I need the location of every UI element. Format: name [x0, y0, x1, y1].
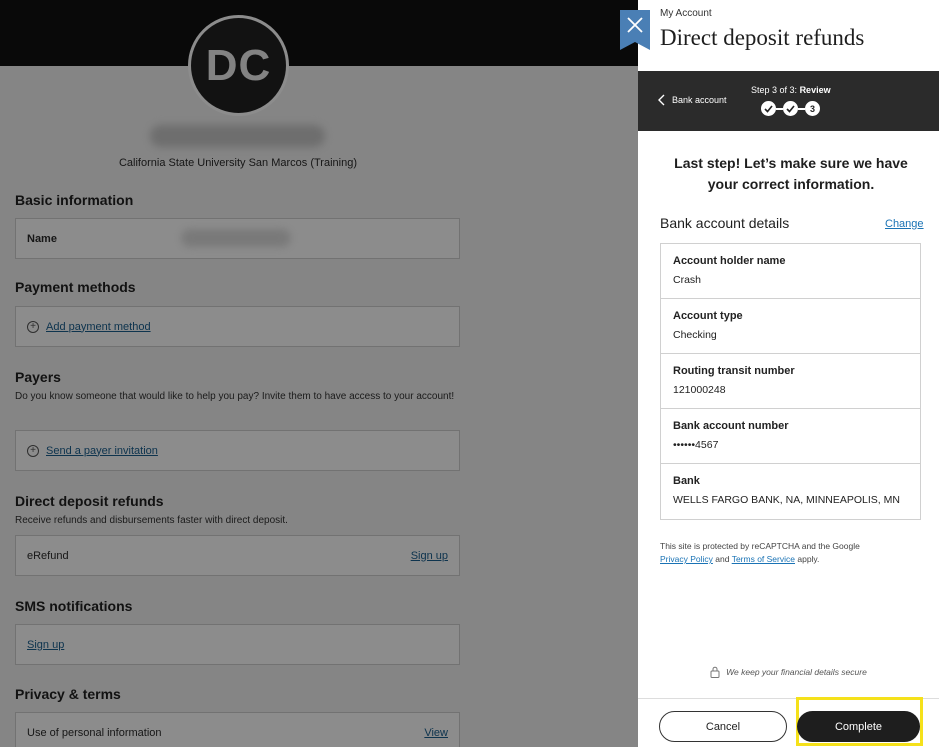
back-button[interactable]: Bank account: [658, 94, 727, 106]
complete-button[interactable]: Complete: [797, 711, 920, 742]
detail-row-bank: Bank WELLS FARGO BANK, NA, MINNEAPOLIS, …: [661, 464, 920, 519]
detail-value: WELLS FARGO BANK, NA, MINNEAPOLIS, MN: [673, 494, 900, 506]
direct-deposit-panel: My Account Direct deposit refunds Bank a…: [638, 0, 939, 747]
back-label: Bank account: [672, 95, 727, 105]
recaptcha-text: This site is protected by reCAPTCHA and …: [660, 541, 860, 551]
detail-label: Bank: [673, 475, 700, 487]
breadcrumb: My Account: [660, 8, 712, 19]
detail-value: Crash: [673, 274, 702, 286]
review-heading: Last step! Let’s make sure we have your …: [674, 155, 908, 192]
detail-row-routing-number: Routing transit number 121000248: [661, 354, 920, 409]
detail-row-account-holder: Account holder name Crash: [661, 244, 920, 299]
secure-note-text: We keep your financial details secure: [726, 667, 867, 677]
bank-details-list: Account holder name Crash Account type C…: [660, 243, 921, 520]
lock-icon: [710, 666, 720, 678]
privacy-policy-link[interactable]: Privacy Policy: [660, 554, 713, 564]
recaptcha-and: and: [715, 554, 730, 564]
recaptcha-apply: apply.: [797, 554, 820, 564]
check-icon: [764, 104, 773, 113]
chevron-left-icon: [658, 94, 665, 106]
recaptcha-notice: This site is protected by reCAPTCHA and …: [660, 540, 920, 566]
step-connector: [776, 107, 783, 110]
step-name: Review: [799, 85, 831, 95]
step-3-current: 3: [805, 101, 820, 116]
panel-header: My Account Direct deposit refunds: [638, 0, 939, 71]
close-button[interactable]: [620, 10, 650, 50]
detail-value: ••••••4567: [673, 439, 719, 451]
detail-label: Account holder name: [673, 255, 786, 267]
detail-label: Routing transit number: [673, 365, 795, 377]
detail-row-account-number: Bank account number ••••••4567: [661, 409, 920, 464]
modal-overlay[interactable]: [0, 0, 638, 747]
close-icon: [627, 17, 643, 33]
step-1-complete: [761, 101, 776, 116]
step-progress: 3: [761, 101, 820, 116]
detail-label: Bank account number: [673, 420, 789, 432]
secure-note: We keep your financial details secure: [638, 666, 939, 678]
change-link[interactable]: Change: [885, 218, 924, 230]
detail-value: Checking: [673, 329, 717, 341]
step-label: Step 3 of 3: Review: [751, 85, 831, 95]
detail-label: Account type: [673, 310, 743, 322]
panel-title: Direct deposit refunds: [660, 25, 865, 50]
bank-details-title: Bank account details: [660, 215, 790, 231]
step-prefix: Step 3 of 3:: [751, 85, 798, 95]
terms-of-service-link[interactable]: Terms of Service: [732, 554, 795, 564]
detail-row-account-type: Account type Checking: [661, 299, 920, 354]
cancel-button[interactable]: Cancel: [659, 711, 787, 742]
check-icon: [786, 104, 795, 113]
step-bar: Bank account Step 3 of 3: Review 3: [638, 71, 939, 131]
detail-value: 121000248: [673, 384, 726, 396]
step-2-complete: [783, 101, 798, 116]
step-connector: [798, 107, 805, 110]
